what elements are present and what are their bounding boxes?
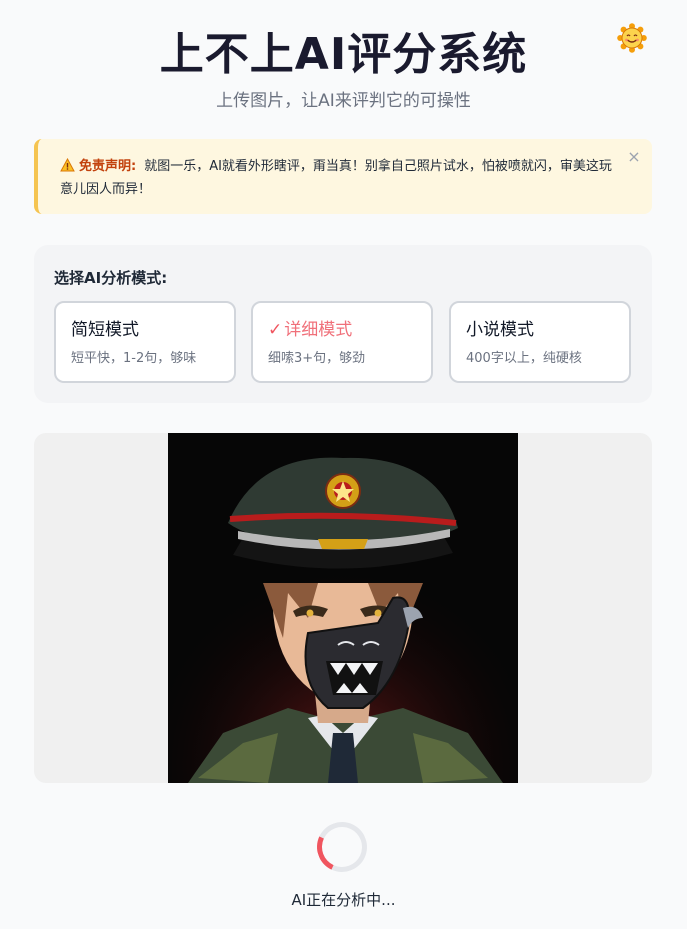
mode-heading: 选择AI分析模式: xyxy=(54,269,168,287)
mode-name: 小说模式 xyxy=(466,320,534,340)
page-title: 上不上AI评分系统 xyxy=(159,29,528,80)
disclaimer-label: 免责声明: xyxy=(79,159,137,174)
mode-desc: 400字以上，纯硬核 xyxy=(466,351,582,366)
mode-option-detailed[interactable]: ✓ 详细模式 细嗦3+句，够劲 xyxy=(251,301,433,383)
close-icon: × xyxy=(627,147,641,166)
disclaimer-text: 就图一乐，AI就看外形瞎评，甭当真！别拿自己照片试水，怕被喷就闪，审美这玩意儿因… xyxy=(60,159,612,197)
warning-icon xyxy=(60,158,75,172)
close-disclaimer-button[interactable]: × xyxy=(626,149,642,165)
mode-selector: 选择AI分析模式: 简短模式 短平快，1-2句，够味 ✓ 详细模式 细嗦3+句，够… xyxy=(34,245,652,403)
mode-desc: 短平快，1-2句，够味 xyxy=(71,351,197,366)
disclaimer-banner: 免责声明: 就图一乐，AI就看外形瞎评，甭当真！别拿自己照片试水，怕被喷就闪，审美… xyxy=(34,139,652,214)
uploaded-image xyxy=(168,433,518,783)
smiley-sun-icon xyxy=(617,23,647,53)
mode-option-short[interactable]: 简短模式 短平快，1-2句，够味 xyxy=(54,301,236,383)
loading-spinner-icon xyxy=(309,814,375,880)
mode-name: 详细模式 xyxy=(284,320,353,340)
checkmark-icon: ✓ xyxy=(268,320,283,340)
mode-name: 简短模式 xyxy=(71,320,139,340)
theme-toggle-button[interactable] xyxy=(616,22,648,54)
page-subtitle: 上传图片，让AI来评判它的可操性 xyxy=(216,91,471,111)
analysis-status: AI正在分析中... xyxy=(291,891,396,909)
mode-desc: 细嗦3+句，够劲 xyxy=(268,351,366,366)
image-preview-area[interactable] xyxy=(34,433,652,783)
mode-option-novel[interactable]: 小说模式 400字以上，纯硬核 xyxy=(449,301,631,383)
